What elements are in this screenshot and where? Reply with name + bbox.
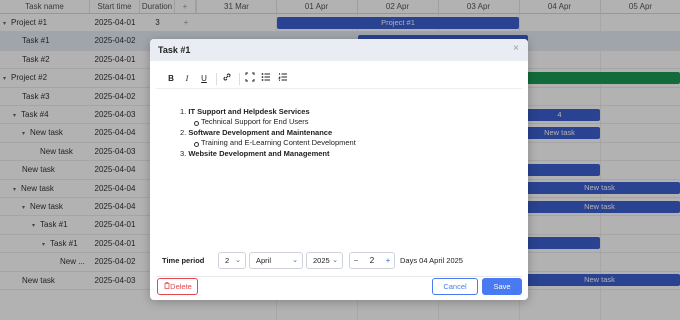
fullscreen-icon[interactable]	[243, 72, 257, 86]
editor-toolbar: B I U	[156, 69, 522, 89]
editor-content[interactable]: 1. IT Support and Helpdesk Services Tech…	[180, 107, 356, 159]
sub-list-item: Training and E-Learning Content Developm…	[180, 138, 356, 148]
list-item: 3. Website Development and Management	[180, 148, 330, 158]
link-icon[interactable]	[220, 72, 234, 86]
minus-button[interactable]: −	[350, 253, 362, 268]
italic-button[interactable]: I	[180, 72, 194, 86]
close-icon[interactable]: ×	[513, 43, 519, 54]
rich-text-editor[interactable]: B I U 1. IT Support and Helpdesk Service…	[156, 69, 522, 277]
duration-stepper[interactable]: − 2 +	[349, 252, 395, 269]
time-period-summary: Days 04 April 2025	[400, 256, 463, 265]
month-select[interactable]: April ⌄	[249, 252, 303, 269]
month-value: April	[256, 256, 272, 265]
list-item: 2. Software Development and Maintenance	[180, 127, 333, 137]
duration-input[interactable]: 2	[362, 253, 382, 268]
list-item: 1. IT Support and Helpdesk Services	[180, 107, 310, 116]
underline-button[interactable]: U	[197, 72, 211, 86]
day-value: 2	[225, 256, 230, 265]
chevron-down-icon: ⌄	[235, 257, 241, 264]
bulleted-list-icon[interactable]	[259, 72, 273, 86]
chevron-down-icon: ⌄	[292, 257, 298, 264]
dialog-title: Task #1	[158, 45, 191, 55]
delete-button[interactable]: Delete	[157, 278, 198, 295]
year-select[interactable]: 2025 ⌄	[306, 252, 343, 269]
plus-button[interactable]: +	[382, 253, 394, 268]
numbered-list-icon[interactable]	[276, 72, 290, 86]
time-period-label: Time period	[162, 256, 205, 265]
day-select[interactable]: 2 ⌄	[218, 252, 246, 269]
task-edit-dialog: Task #1 × B I U 1. IT Support and Helpde…	[150, 39, 528, 300]
year-value: 2025	[313, 256, 330, 265]
bold-button[interactable]: B	[164, 72, 178, 86]
dialog-header: Task #1 ×	[150, 39, 528, 61]
save-button[interactable]: Save	[482, 278, 522, 295]
sub-list-item: Technical Support for End Users	[180, 117, 356, 127]
cancel-button[interactable]: Cancel	[432, 278, 478, 295]
chevron-down-icon: ⌄	[332, 257, 338, 264]
